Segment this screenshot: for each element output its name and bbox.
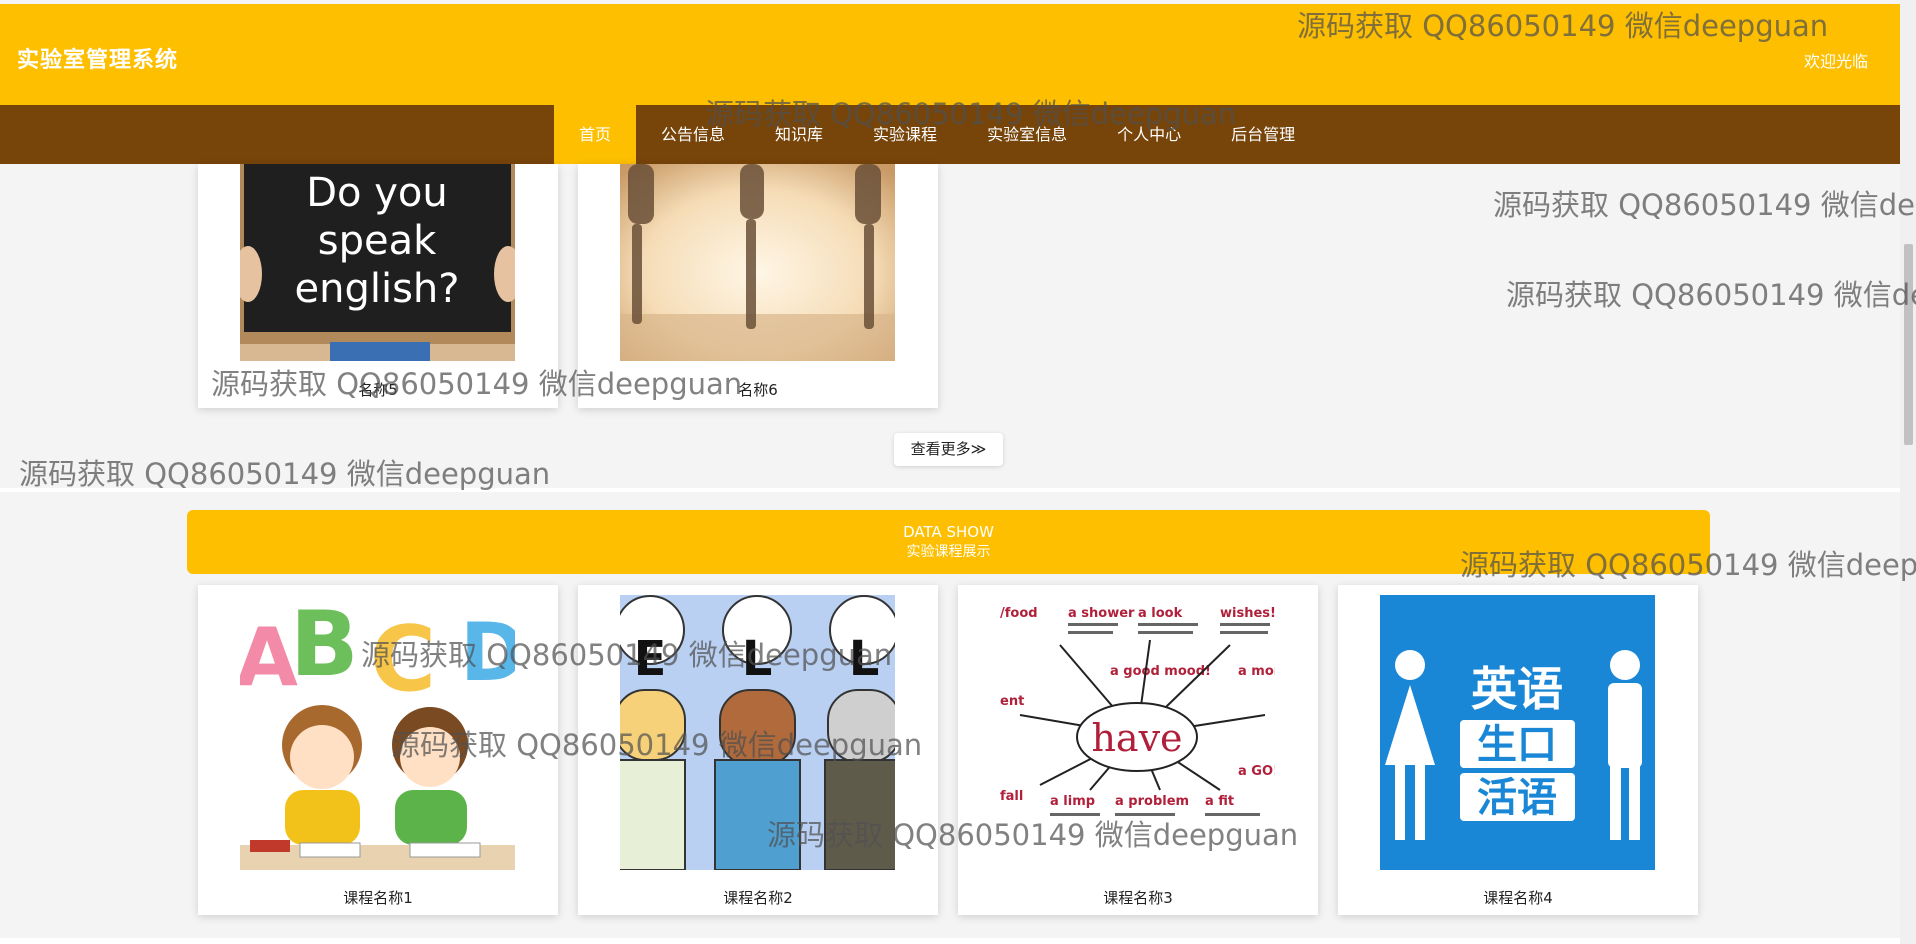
svg-text:ent: ent (1000, 694, 1024, 709)
course-image-ell: E L L (620, 595, 895, 870)
section-divider (0, 488, 1900, 492)
course-card[interactable]: /food a shower a look wishes! a good moo… (958, 585, 1318, 915)
nav-home[interactable]: 首页 (554, 105, 637, 164)
knowledge-card[interactable]: 名称6 (578, 164, 938, 408)
course-image-have: /food a shower a look wishes! a good moo… (1000, 595, 1275, 870)
nav-lab-info[interactable]: 实验室信息 (962, 105, 1092, 164)
svg-text:活语: 活语 (1477, 775, 1557, 821)
course-caption: 课程名称3 (1103, 889, 1173, 907)
card-image-yoga (620, 164, 895, 361)
watermark: 源码获取 QQ86050149 微信deepguan (19, 457, 551, 491)
svg-text:a problem: a problem (1115, 794, 1189, 809)
data-show-title-cn: 实验课程展示 (906, 544, 991, 560)
svg-text:english?: english? (295, 266, 460, 312)
card-caption: 名称5 (358, 381, 398, 399)
svg-text:have: have (1091, 716, 1182, 760)
site-header: 实验室管理系统 欢迎光临 (0, 4, 1900, 105)
course-image-english-sign: 英语 生口 活语 (1380, 595, 1655, 870)
watermark: 源码获取 QQ86050149 微信deepguan (1506, 278, 1916, 312)
svg-text:fall: fall (1000, 789, 1023, 804)
svg-text:wishes!: wishes! (1220, 606, 1275, 621)
watermark: 源码获取 QQ86050149 微信deepguan (1493, 188, 1916, 222)
data-show-title-en: DATA SHOW (903, 523, 994, 541)
svg-text:a look: a look (1138, 606, 1183, 621)
svg-text:生口: 生口 (1477, 722, 1557, 768)
scrollbar-track[interactable] (1900, 0, 1916, 944)
course-card[interactable]: 英语 生口 活语 课程名称4 (1338, 585, 1698, 915)
main-nav: 首页 公告信息 知识库 实验课程 实验室信息 个人中心 后台管理 (0, 105, 1900, 164)
welcome-text: 欢迎光临 (1803, 52, 1868, 71)
svg-text:L: L (849, 631, 880, 687)
svg-text:/food: /food (1000, 606, 1038, 621)
nav-personal-center[interactable]: 个人中心 (1092, 105, 1206, 164)
nav-lab-courses[interactable]: 实验课程 (848, 105, 962, 164)
course-image-abc: A B C D (240, 595, 515, 870)
svg-text:E: E (634, 631, 667, 687)
svg-text:speak: speak (318, 218, 437, 264)
course-card[interactable]: E L L 课程名称2 (578, 585, 938, 915)
site-title: 实验室管理系统 (17, 48, 179, 73)
knowledge-card[interactable]: Do you speak english? 名称5 (198, 164, 558, 408)
page: 实验室管理系统 欢迎光临 首页 公告信息 知识库 实验课程 实验室信息 个人中心… (0, 0, 1916, 944)
scrollbar-thumb[interactable] (1904, 244, 1913, 445)
course-caption: 课程名称2 (723, 889, 793, 907)
nav-announcements[interactable]: 公告信息 (636, 105, 750, 164)
svg-text:英语: 英语 (1471, 662, 1563, 716)
svg-text:Do you: Do you (306, 170, 447, 216)
card-image-chalkboard: Do you speak english? (240, 164, 515, 361)
next-row-edge (0, 938, 1900, 944)
svg-text:D: D (460, 606, 515, 699)
nav-admin[interactable]: 后台管理 (1206, 105, 1320, 164)
svg-text:C: C (370, 607, 436, 712)
course-caption: 课程名称4 (1483, 889, 1553, 907)
view-more-button[interactable]: 查看更多≫ (894, 433, 1003, 466)
svg-text:a mon: a mon (1238, 664, 1275, 679)
course-card[interactable]: A B C D 课程名称1 (198, 585, 558, 915)
svg-text:a limp: a limp (1050, 794, 1095, 809)
course-caption: 课程名称1 (343, 889, 413, 907)
svg-text:a GO!: a GO! (1238, 764, 1275, 779)
nav-knowledge-base[interactable]: 知识库 (750, 105, 848, 164)
svg-text:B: B (290, 595, 359, 697)
nav-list: 首页 公告信息 知识库 实验课程 实验室信息 个人中心 后台管理 (554, 105, 1320, 164)
data-show-banner: DATA SHOW 实验课程展示 (187, 510, 1710, 574)
card-caption: 名称6 (738, 381, 778, 399)
svg-text:a fit: a fit (1205, 794, 1234, 809)
svg-text:L: L (742, 631, 773, 687)
svg-text:a shower: a shower (1068, 606, 1135, 621)
